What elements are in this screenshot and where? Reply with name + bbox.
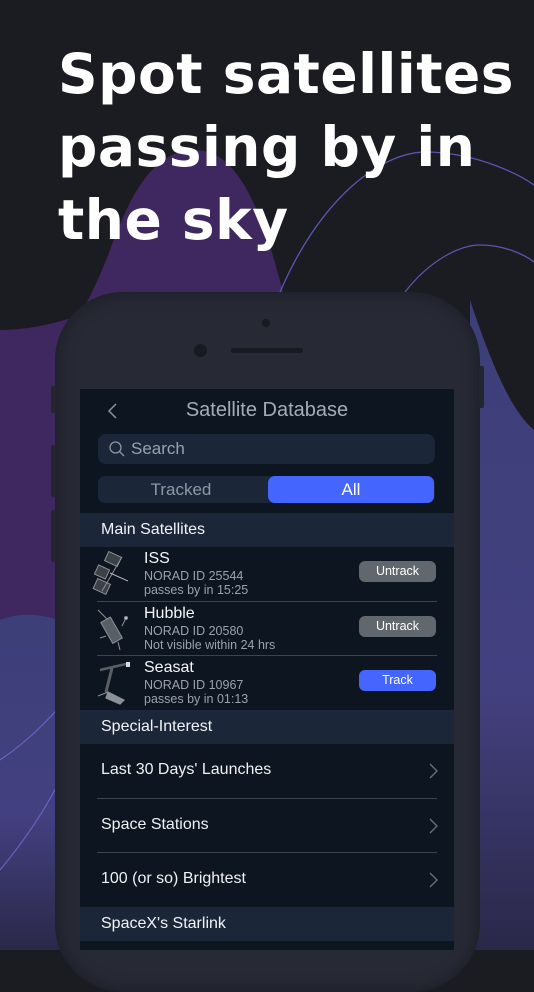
nav-bar: Satellite Database bbox=[80, 389, 454, 433]
chevron-right-icon bbox=[429, 818, 438, 834]
section-header-spacex-starlink: SpaceX's Starlink bbox=[80, 907, 454, 941]
segment-all[interactable]: All bbox=[268, 476, 434, 503]
satellite-row-iss[interactable]: ISS NORAD ID 25544 passes by in 15:25 Un… bbox=[80, 547, 454, 601]
headline-line-2: passing by in bbox=[58, 115, 476, 179]
satellite-name: Seasat bbox=[144, 659, 194, 676]
category-label: 100 (or so) Brightest bbox=[101, 870, 246, 887]
category-row-last-30-days-launches[interactable]: Last 30 Days' Launches bbox=[80, 744, 454, 798]
section-title: Main Satellites bbox=[101, 521, 206, 538]
phone-camera bbox=[194, 344, 207, 357]
untrack-button[interactable]: Untrack bbox=[359, 561, 436, 582]
category-label: Last 30 Days' Launches bbox=[101, 761, 272, 778]
satellite-pass-status: Not visible within 24 hrs bbox=[144, 638, 276, 652]
category-row-space-stations[interactable]: Space Stations bbox=[80, 799, 454, 853]
satellite-norad-id: NORAD ID 10967 bbox=[144, 678, 244, 692]
phone-speaker bbox=[231, 348, 303, 353]
phone-volume-down-button bbox=[51, 510, 56, 562]
chevron-right-icon bbox=[429, 872, 438, 888]
iss-icon bbox=[92, 551, 129, 596]
phone-sensor bbox=[262, 319, 270, 327]
section-header-special-interest: Special-Interest bbox=[80, 710, 454, 744]
segmented-control: Tracked All bbox=[98, 476, 435, 503]
phone-side-button bbox=[51, 386, 56, 413]
headline: Spot satellites passing by in the sky bbox=[58, 38, 528, 257]
phone-power-button bbox=[479, 366, 484, 408]
untrack-button[interactable]: Untrack bbox=[359, 616, 436, 637]
search-input[interactable]: Search bbox=[98, 434, 435, 464]
app-screen: Satellite Database Search Tracked All Ma… bbox=[80, 389, 454, 950]
satellite-norad-id: NORAD ID 25544 bbox=[144, 569, 244, 583]
section-header-main-satellites: Main Satellites bbox=[80, 513, 454, 547]
satellite-pass-status: passes by in 01:13 bbox=[144, 692, 249, 706]
section-title: Special-Interest bbox=[101, 718, 213, 735]
section-title: SpaceX's Starlink bbox=[101, 915, 226, 932]
hubble-icon bbox=[97, 609, 128, 651]
satellite-name: Hubble bbox=[144, 605, 195, 622]
phone-volume-up-button bbox=[51, 445, 56, 497]
satellite-norad-id: NORAD ID 20580 bbox=[144, 624, 244, 638]
satellite-name: ISS bbox=[144, 550, 170, 567]
satellite-row-hubble[interactable]: Hubble NORAD ID 20580 Not visible within… bbox=[80, 602, 454, 656]
category-row-100-brightest[interactable]: 100 (or so) Brightest bbox=[80, 853, 454, 907]
search-icon bbox=[109, 441, 125, 457]
page-title: Satellite Database bbox=[185, 399, 349, 421]
seasat-icon bbox=[97, 662, 130, 705]
headline-line-1: Spot satellites bbox=[58, 42, 515, 106]
track-button[interactable]: Track bbox=[359, 670, 436, 691]
search-placeholder: Search bbox=[131, 439, 185, 458]
segment-tracked[interactable]: Tracked bbox=[98, 476, 264, 503]
satellite-pass-status: passes by in 15:25 bbox=[144, 583, 249, 597]
satellite-row-seasat[interactable]: Seasat NORAD ID 10967 passes by in 01:13… bbox=[80, 656, 454, 710]
category-label: Space Stations bbox=[101, 816, 209, 833]
chevron-right-icon bbox=[429, 763, 438, 779]
headline-line-3: the sky bbox=[58, 188, 289, 252]
